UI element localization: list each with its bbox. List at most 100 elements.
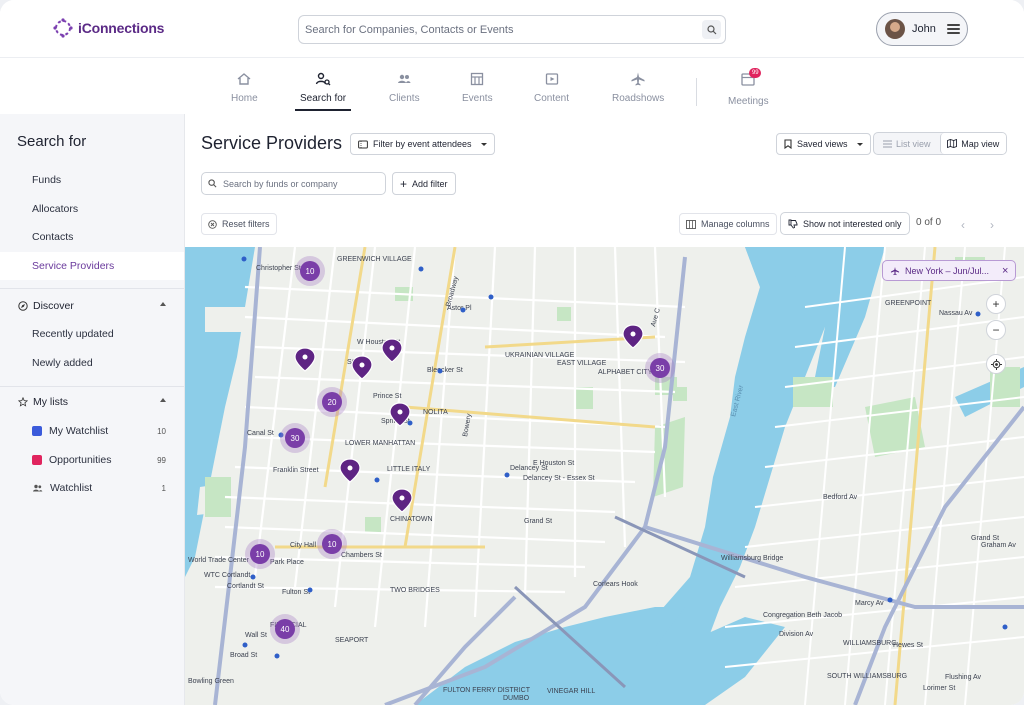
discover-section-toggle[interactable]: Discover: [18, 300, 168, 312]
cluster-marker[interactable]: 10: [317, 529, 347, 559]
search-icon: [208, 179, 217, 188]
svg-text:20: 20: [328, 398, 337, 407]
sidebar-item-newly-added[interactable]: Newly added: [32, 357, 93, 369]
nav-home[interactable]: Home: [231, 71, 258, 104]
chevron-up-icon: [160, 398, 166, 402]
global-search[interactable]: [298, 15, 726, 44]
map-label-chinatown: CHINATOWN: [390, 516, 433, 523]
home-icon: [237, 73, 251, 85]
logo[interactable]: iConnections: [52, 17, 164, 39]
cluster-marker[interactable]: 20: [317, 387, 347, 417]
clients-icon: [398, 74, 411, 83]
search-icon[interactable]: [702, 20, 721, 39]
cluster-marker[interactable]: 30: [280, 423, 310, 453]
add-filter-label: Add filter: [412, 178, 448, 189]
sidebar-item-contacts[interactable]: Contacts: [32, 231, 73, 243]
nav-content[interactable]: Content: [534, 71, 569, 104]
nav-meetings[interactable]: 99 Meetings: [728, 68, 769, 107]
discover-label: Discover: [33, 300, 74, 312]
svg-text:30: 30: [291, 434, 300, 443]
sidebar-divider: [0, 288, 184, 289]
nav-search-for[interactable]: Search for: [295, 71, 352, 111]
svg-text:10: 10: [328, 540, 337, 549]
avatar: [885, 19, 905, 39]
map-label-congregation: Congregation Beth Jacob: [763, 612, 842, 619]
map-svg: GREENWICH VILLAGE UKRAINIAN VILLAGE EAST…: [185, 247, 1024, 705]
map-label-franklin-st: Franklin Street: [273, 467, 319, 474]
ticket-icon: [358, 140, 368, 148]
add-filter-button[interactable]: + Add filter: [392, 172, 456, 195]
discover-icon: [18, 301, 28, 311]
sidebar-item-recently-updated[interactable]: Recently updated: [32, 328, 114, 340]
bookmark-icon: [784, 139, 792, 149]
map-canvas[interactable]: GREENWICH VILLAGE UKRAINIAN VILLAGE EAST…: [185, 247, 1024, 705]
global-search-input[interactable]: [299, 16, 689, 43]
user-menu-button[interactable]: John: [876, 12, 968, 46]
map-label-canal-st: Canal St: [247, 430, 274, 437]
filter-by-event-label: Filter by event attendees: [373, 139, 472, 149]
map-label-grand-st: Grand St: [524, 518, 552, 525]
nav-home-label: Home: [231, 93, 258, 104]
chevron-left-icon[interactable]: ‹: [961, 218, 965, 232]
nav-divider: [696, 78, 697, 106]
reset-filters-label: Reset filters: [222, 219, 270, 229]
cluster-marker[interactable]: 10: [245, 539, 275, 569]
nav-clients[interactable]: Clients: [389, 71, 420, 104]
nav-roadshows[interactable]: Roadshows: [612, 71, 664, 104]
close-icon[interactable]: ×: [1002, 265, 1008, 277]
svg-text:10: 10: [256, 550, 265, 559]
sidebar-item-funds[interactable]: Funds: [32, 174, 61, 186]
sidebar-item-service-providers[interactable]: Service Providers: [0, 252, 184, 280]
map-label-fulton-st: Fulton St: [282, 589, 310, 596]
list-item-label: Opportunities: [49, 454, 112, 466]
map-view-button[interactable]: Map view: [939, 133, 1006, 154]
map-label-grand-av: Grand St: [971, 535, 999, 542]
group-icon: [33, 484, 43, 492]
cluster-marker[interactable]: 30: [645, 353, 675, 383]
list-item-label: My Watchlist: [49, 425, 109, 437]
manage-columns-label: Manage columns: [701, 219, 770, 229]
list-item-opportunities[interactable]: Opportunities 99: [32, 454, 166, 466]
map-label-lorimer-st: Lorimer St: [923, 685, 955, 692]
map-label-flushing-av: Flushing Av: [945, 674, 982, 681]
map-label-lower-manhattan: LOWER MANHATTAN: [345, 440, 415, 447]
show-not-interested-button[interactable]: Show not interested only: [780, 212, 910, 235]
nav-clients-label: Clients: [389, 93, 420, 104]
logo-text: iConnections: [78, 20, 165, 36]
list-item-my-watchlist[interactable]: My Watchlist 10: [32, 425, 166, 437]
my-lists-section-toggle[interactable]: My lists: [18, 396, 168, 408]
manage-columns-button[interactable]: Manage columns: [679, 213, 777, 235]
chevron-right-icon[interactable]: ›: [990, 218, 994, 232]
svg-text:30: 30: [656, 364, 665, 373]
locate-me-button[interactable]: [986, 354, 1006, 374]
sidebar-item-allocators[interactable]: Allocators: [32, 203, 78, 215]
filter-by-event-dropdown[interactable]: Filter by event attendees: [350, 133, 495, 155]
list-item-count: 10: [157, 426, 166, 436]
map-label-division-av: Division Av: [779, 631, 814, 638]
main-nav: Home Search for Clients Events Content R…: [0, 58, 1024, 114]
plane-icon: [631, 72, 645, 86]
reset-filters-button[interactable]: Reset filters: [201, 213, 277, 235]
map-label-cortlandt-st: Cortlandt St: [227, 583, 264, 590]
columns-icon: [686, 219, 696, 229]
fund-search-field[interactable]: [201, 172, 386, 195]
cluster-marker[interactable]: 10: [295, 256, 325, 286]
fund-search-input[interactable]: [223, 178, 373, 189]
nav-content-label: Content: [534, 93, 570, 104]
event-filter-chip[interactable]: New York – Jun/Jul... ×: [882, 260, 1017, 281]
clear-circle-icon: [208, 219, 217, 229]
map-label-bedford-av: Bedford Av: [823, 494, 858, 501]
map-label-fulton-ferry: FULTON FERRY DISTRICT: [443, 687, 531, 694]
list-view-button[interactable]: List view: [874, 133, 940, 154]
app-window: iConnections John Home Search for Client…: [0, 0, 1024, 705]
nav-roadshows-label: Roadshows: [612, 93, 665, 104]
nav-search-for-label: Search for: [300, 93, 347, 104]
map-label-bleecker-st: Bleecker St: [427, 367, 463, 374]
nav-events[interactable]: Events: [462, 71, 493, 104]
map-label-alphabet-city: ALPHABET CITY: [598, 369, 653, 376]
zoom-out-button[interactable]: −: [986, 320, 1006, 340]
cluster-marker[interactable]: 40: [270, 614, 300, 644]
saved-views-dropdown[interactable]: Saved views: [776, 133, 871, 155]
zoom-in-button[interactable]: +: [986, 294, 1006, 314]
list-item-watchlist[interactable]: Watchlist 1: [32, 482, 166, 494]
